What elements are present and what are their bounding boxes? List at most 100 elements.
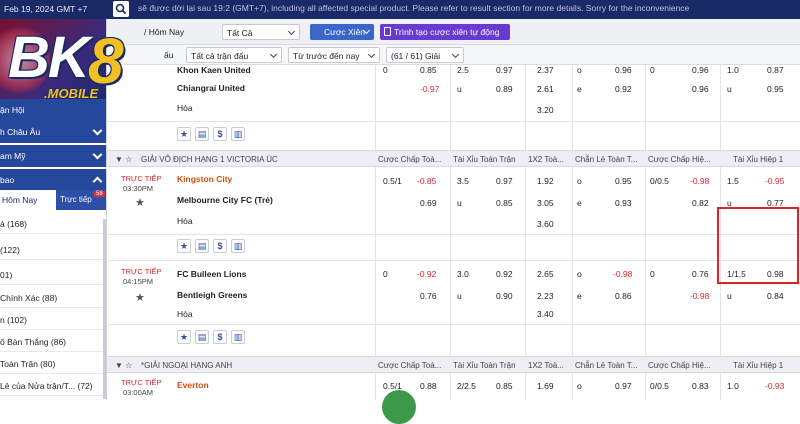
odds-value[interactable]: 0.76 bbox=[692, 269, 709, 279]
server-date: Feb 19, 2024 GMT +7 bbox=[4, 4, 88, 14]
odds-value[interactable]: 0.69 bbox=[420, 198, 437, 208]
parlay-button[interactable]: Cược Xiên bbox=[310, 24, 374, 40]
col-1x2: 1X2 Toà... bbox=[528, 361, 564, 370]
stats-table-icon[interactable]: ▤ bbox=[195, 239, 209, 253]
favorite-star-icon[interactable]: ★ bbox=[135, 196, 145, 209]
tab-live[interactable]: Trực tiếp 58 bbox=[60, 191, 105, 204]
sidebar-item[interactable]: Chính Xác (88) bbox=[0, 287, 106, 308]
sidebar-section-3[interactable]: am Mỹ bbox=[0, 145, 106, 167]
odds-value[interactable]: 0.87 bbox=[767, 65, 784, 75]
sidebar-item[interactable]: n (102) bbox=[0, 309, 106, 330]
odds-value[interactable]: 0.84 bbox=[767, 291, 784, 301]
odds-value[interactable]: 0.92 bbox=[615, 84, 632, 94]
odds-value[interactable]: 2.23 bbox=[537, 291, 554, 301]
odds-value[interactable]: -0.97 bbox=[420, 84, 439, 94]
stats-table-icon[interactable]: ▤ bbox=[195, 330, 209, 344]
matches-select[interactable]: Tất cả trận đấu bbox=[186, 47, 282, 63]
odds-value[interactable]: -0.92 bbox=[417, 269, 436, 279]
collapse-icon[interactable]: ▼ ☆ bbox=[115, 155, 132, 164]
chevron-down-icon bbox=[92, 125, 103, 136]
bar-chart-icon[interactable]: ▥ bbox=[231, 127, 245, 141]
auto-parlay-button[interactable]: Trình tạo cược xiên tự động bbox=[380, 24, 510, 40]
dollar-icon[interactable]: $ bbox=[213, 239, 227, 253]
sidebar-item[interactable]: ả (168) bbox=[0, 213, 106, 234]
sidebar-section-4[interactable]: bao bbox=[0, 169, 106, 190]
date-filter[interactable]: / Hôm Nay bbox=[140, 24, 186, 40]
chevron-down-icon bbox=[367, 50, 376, 59]
team-home[interactable]: Khon Kaen United bbox=[177, 65, 251, 75]
odds-value[interactable]: 0.89 bbox=[496, 84, 513, 94]
odds-value[interactable]: -0.95 bbox=[765, 176, 784, 186]
team-away[interactable]: Bentleigh Greens bbox=[177, 290, 247, 300]
odds-value[interactable]: 0.83 bbox=[692, 381, 709, 391]
odds-value[interactable]: 0.85 bbox=[496, 381, 513, 391]
favorite-star-icon[interactable]: ★ bbox=[135, 291, 145, 304]
sport-select[interactable]: Tất Cả bbox=[222, 24, 300, 40]
sidebar-section-2[interactable]: h Châu Âu bbox=[0, 121, 106, 143]
stats-table-icon[interactable]: ▤ bbox=[195, 127, 209, 141]
team-away[interactable]: Chiangrai United bbox=[177, 83, 245, 93]
odds-value[interactable]: 0.96 bbox=[692, 84, 709, 94]
odds-value[interactable]: 0.93 bbox=[615, 198, 632, 208]
odds-value[interactable]: 0.97 bbox=[496, 65, 513, 75]
odds-value[interactable]: -0.85 bbox=[417, 176, 436, 186]
sidebar-item[interactable]: Lẻ của Nửa trận/T... (72) bbox=[0, 375, 106, 396]
odds-value[interactable]: 3.60 bbox=[537, 219, 554, 229]
dollar-icon[interactable]: $ bbox=[213, 330, 227, 344]
sidebar-item[interactable]: Toàn Trận (80) bbox=[0, 353, 106, 374]
col-handicap: Cược Chấp Toà... bbox=[378, 361, 442, 370]
league-header[interactable]: ▼ ☆ GIẢI VÔ ĐỊCH HẠNG 1 VICTORIA ÚC Cược… bbox=[107, 150, 800, 167]
league-count-select[interactable]: (61 / 61) Giải bbox=[386, 47, 464, 63]
odds-value[interactable]: 0.85 bbox=[496, 198, 513, 208]
search-button[interactable] bbox=[113, 1, 129, 17]
odds-value[interactable]: 0.95 bbox=[615, 176, 632, 186]
odds-value[interactable]: -0.98 bbox=[690, 291, 709, 301]
odds-value[interactable]: 3.20 bbox=[537, 105, 554, 115]
league-header[interactable]: ▼ ☆ *GIẢI NGOẠI HẠNG ANH Cược Chấp Toà..… bbox=[107, 356, 800, 373]
odds-value[interactable]: 1.92 bbox=[537, 176, 554, 186]
odds-value[interactable]: 0.76 bbox=[420, 291, 437, 301]
team-home[interactable]: Everton bbox=[177, 380, 209, 390]
odds-value[interactable]: 0.88 bbox=[420, 381, 437, 391]
odds-value[interactable]: -0.93 bbox=[765, 381, 784, 391]
sidebar-section-1[interactable]: ận Hội bbox=[0, 99, 106, 121]
bar-chart-icon[interactable]: ▥ bbox=[231, 239, 245, 253]
team-away[interactable]: Melbourne City FC (Trẻ) bbox=[177, 195, 273, 205]
odds-value[interactable]: 0.90 bbox=[496, 291, 513, 301]
tab-today[interactable]: Hôm Nay bbox=[0, 190, 56, 210]
collapse-icon[interactable]: ▼ ☆ bbox=[115, 361, 132, 370]
favorite-star-icon[interactable]: ★ bbox=[177, 127, 191, 141]
odds-value[interactable]: 2.65 bbox=[537, 269, 554, 279]
odds-value[interactable]: 0.95 bbox=[767, 84, 784, 94]
team-home[interactable]: Kingston City bbox=[177, 174, 232, 184]
sort-select[interactable]: Từ trước đến nay bbox=[288, 47, 380, 63]
odds-value[interactable]: 0.82 bbox=[692, 198, 709, 208]
odds-value[interactable]: 0.96 bbox=[692, 65, 709, 75]
odds-value[interactable]: 0.85 bbox=[420, 65, 437, 75]
odds-value[interactable]: 2.61 bbox=[537, 84, 554, 94]
floating-chat-button[interactable] bbox=[382, 390, 416, 424]
odds-value[interactable]: 1.69 bbox=[537, 381, 554, 391]
odds-value[interactable]: 0.92 bbox=[496, 269, 513, 279]
odds-value[interactable]: 2.37 bbox=[537, 65, 554, 75]
odds-value[interactable]: 0.86 bbox=[615, 291, 632, 301]
odds-value[interactable]: 3.05 bbox=[537, 198, 554, 208]
odds-value[interactable]: 3.40 bbox=[537, 309, 554, 319]
ou-line: 3.0 bbox=[457, 269, 469, 279]
odd-even-label: o bbox=[577, 381, 582, 391]
favorite-star-icon[interactable]: ★ bbox=[177, 239, 191, 253]
bar-chart-icon[interactable]: ▥ bbox=[231, 330, 245, 344]
odd-even-label: o bbox=[577, 176, 582, 186]
odds-value[interactable]: 0.97 bbox=[615, 381, 632, 391]
odds-value[interactable]: 0.96 bbox=[615, 65, 632, 75]
odds-value[interactable]: -0.98 bbox=[690, 176, 709, 186]
draw-label: Hòa bbox=[177, 309, 193, 319]
odds-value[interactable]: -0.98 bbox=[613, 269, 632, 279]
dollar-icon[interactable]: $ bbox=[213, 127, 227, 141]
sidebar-item[interactable]: (122) bbox=[0, 239, 106, 260]
favorite-star-icon[interactable]: ★ bbox=[177, 330, 191, 344]
odds-value[interactable]: 0.97 bbox=[496, 176, 513, 186]
sidebar-item[interactable]: ố Bàn Thắng (86) bbox=[0, 331, 106, 352]
team-home[interactable]: FC Bulleen Lions bbox=[177, 269, 246, 279]
sidebar-item[interactable]: 01) bbox=[0, 264, 106, 285]
